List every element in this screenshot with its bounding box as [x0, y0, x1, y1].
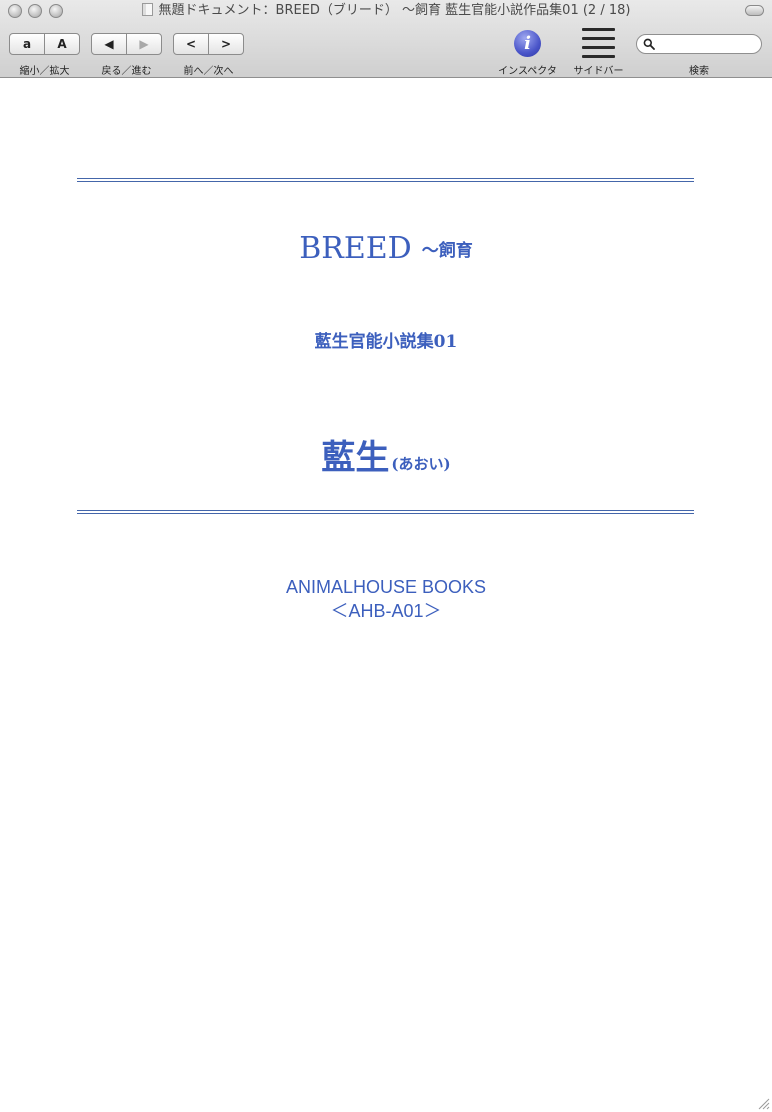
- document-icon: [141, 3, 153, 16]
- zoom-out-button[interactable]: a: [10, 34, 44, 54]
- author: 藍生 (あおい): [0, 436, 772, 486]
- zoom-control: a A: [9, 33, 80, 55]
- search-icon: [643, 38, 655, 50]
- series-title: 藍生官能小説集01: [314, 332, 458, 352]
- history-control: ◀ ▶: [91, 33, 162, 55]
- book-title: BREED 〜飼育: [0, 230, 772, 270]
- zoom-label: 縮小／拡大: [19, 66, 70, 77]
- window-title-text: 無題ドキュメント：BREED（ブリード） 〜飼育 藍生官能小説作品集01 (2 …: [158, 3, 631, 18]
- previous-page-button[interactable]: <: [174, 34, 208, 54]
- info-icon[interactable]: i: [514, 30, 541, 57]
- page-label: 前へ／次へ: [183, 66, 234, 77]
- next-page-button[interactable]: >: [208, 34, 243, 54]
- window-title: 無題ドキュメント：BREED（ブリード） 〜飼育 藍生官能小説作品集01 (2 …: [0, 2, 772, 20]
- author-reading: (あおい): [391, 455, 451, 473]
- toolbar-toggle-button[interactable]: [745, 5, 764, 16]
- book-subtitle: 〜飼育: [421, 241, 473, 261]
- sidebar-icon[interactable]: [582, 27, 615, 59]
- history-label: 戻る／進む: [101, 66, 152, 77]
- zoom-in-button[interactable]: A: [44, 34, 79, 54]
- search-input[interactable]: [657, 36, 753, 52]
- search-label: 検索: [689, 66, 709, 77]
- search-field[interactable]: [636, 34, 762, 54]
- inspector-label: インスペクタ: [498, 66, 557, 77]
- page-control: < >: [173, 33, 244, 55]
- back-button[interactable]: ◀: [92, 34, 126, 54]
- sidebar-label: サイドバー: [573, 66, 624, 77]
- bottom-divider: [77, 510, 694, 514]
- catalog-code: ＜AHB-A01＞: [330, 601, 442, 621]
- top-divider: [77, 178, 694, 182]
- publisher: ANIMALHOUSE BOOKS: [285, 577, 487, 597]
- resize-grip-icon[interactable]: [758, 1098, 770, 1110]
- book-title-main: BREED: [299, 231, 412, 266]
- forward-button[interactable]: ▶: [126, 34, 161, 54]
- author-name: 藍生: [321, 438, 390, 478]
- toolbar: 無題ドキュメント：BREED（ブリード） 〜飼育 藍生官能小説作品集01 (2 …: [0, 0, 772, 78]
- viewer-window: 無題ドキュメント：BREED（ブリード） 〜飼育 藍生官能小説作品集01 (2 …: [0, 0, 772, 1112]
